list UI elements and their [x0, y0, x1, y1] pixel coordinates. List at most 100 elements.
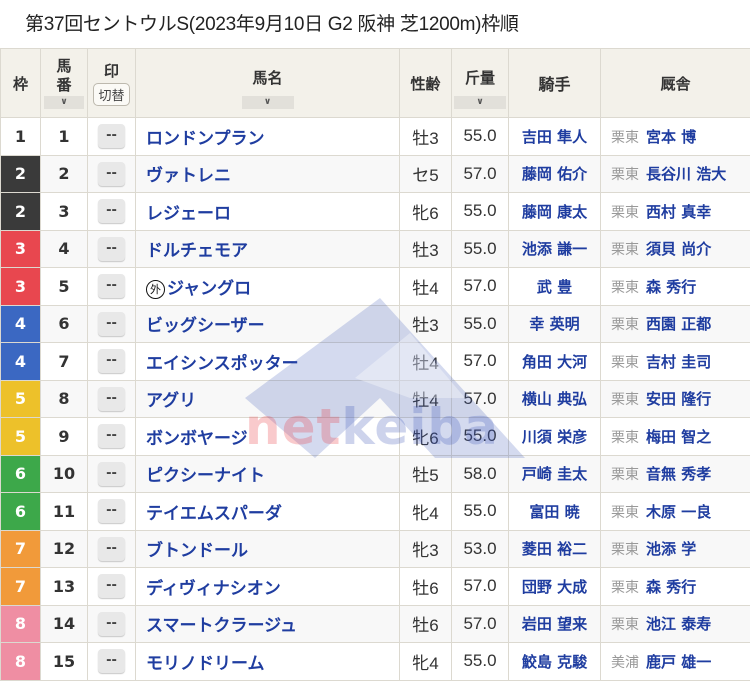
header-weight-label: 斤量 [464, 69, 495, 87]
mark-select-button[interactable]: -- [98, 349, 125, 374]
trainer-cell: 栗東 須貝 尚介 [600, 229, 750, 268]
mark-select-button[interactable]: -- [98, 611, 125, 636]
trainer-link[interactable]: 宮本 博 [646, 128, 696, 146]
umaban-number: 7 [58, 351, 70, 371]
jockey-cell: 横山 典弘 [508, 379, 601, 418]
trainer-link[interactable]: 池江 泰寿 [646, 615, 711, 633]
sex-age: 牡6 [412, 616, 439, 636]
jockey-link[interactable]: 団野 大成 [522, 578, 587, 596]
waku-cell: 5 [0, 379, 41, 418]
trainer-link[interactable]: 木原 一良 [646, 503, 711, 521]
sex-age-cell: 牡3 [399, 117, 452, 156]
trainer-link[interactable]: 鹿戸 雄一 [646, 653, 711, 671]
waku-number: 7 [14, 576, 27, 596]
mark-select-button[interactable]: -- [98, 311, 125, 336]
sort-weight-button[interactable]: ∨ [454, 96, 506, 109]
mark-select-button[interactable]: -- [98, 124, 125, 149]
horse-name-link[interactable]: アグリ [146, 391, 196, 411]
trainer-link[interactable]: 西村 真幸 [646, 203, 711, 221]
jockey-cell: 団野 大成 [508, 567, 601, 606]
sex-age: 牡6 [412, 578, 439, 598]
trainer-link[interactable]: 森 秀行 [646, 578, 696, 596]
trainer-region: 栗東 [611, 579, 639, 596]
mark-select-button[interactable]: -- [98, 386, 125, 411]
table-row: 2 2 -- ヴァトレニ セ5 57.0 藤岡 佑介 栗東 長谷川 浩大 [0, 154, 750, 193]
trainer-link[interactable]: 長谷川 浩大 [646, 165, 726, 183]
jockey-link[interactable]: 吉田 隼人 [522, 128, 587, 146]
horse-name-link[interactable]: スマートクラージュ [146, 616, 297, 636]
jockey-link[interactable]: 武 豊 [537, 278, 572, 296]
waku-number: 8 [14, 614, 27, 634]
horse-name-link[interactable]: ジャングロ [167, 279, 251, 299]
horse-name-link[interactable]: レジェーロ [146, 204, 231, 224]
umaban-cell: 1 [40, 117, 88, 156]
jockey-cell: 藤岡 康太 [508, 192, 601, 231]
horse-name-link[interactable]: ピクシーナイト [146, 466, 265, 486]
waku-number: 4 [14, 314, 27, 334]
trainer-link[interactable]: 西園 正都 [646, 315, 711, 333]
sort-umaban-button[interactable]: ∨ [44, 96, 84, 110]
jockey-link[interactable]: 藤岡 佑介 [522, 165, 587, 183]
horse-name-link[interactable]: ディヴィナシオン [146, 579, 281, 599]
sex-age: 牝6 [412, 428, 439, 448]
mark-select-button[interactable]: -- [98, 461, 125, 486]
trainer-link[interactable]: 須貝 尚介 [646, 240, 711, 258]
trainer-link[interactable]: 池添 学 [646, 540, 696, 558]
jockey-link[interactable]: 川須 栄彦 [522, 428, 587, 446]
carried-weight: 53.0 [463, 538, 497, 558]
trainer-link[interactable]: 音無 秀孝 [646, 465, 711, 483]
sex-age-cell: 牡4 [399, 379, 452, 418]
jockey-link[interactable]: 角田 大河 [522, 353, 587, 371]
umaban-cell: 5 [40, 267, 88, 306]
waku-cell: 7 [0, 567, 41, 606]
horse-name-link[interactable]: ボンボヤージ [146, 429, 248, 449]
jockey-link[interactable]: 鮫島 克駿 [522, 653, 587, 671]
trainer-link[interactable]: 吉村 圭司 [646, 353, 711, 371]
mark-select-button[interactable]: -- [98, 574, 125, 599]
jockey-link[interactable]: 戸崎 圭太 [522, 465, 587, 483]
waku-cell: 2 [0, 192, 41, 231]
waku-number: 6 [14, 464, 27, 484]
jockey-link[interactable]: 横山 典弘 [522, 390, 587, 408]
horse-name-link[interactable]: ブトンドール [146, 541, 248, 561]
mark-select-button[interactable]: -- [98, 161, 125, 186]
waku-cell: 8 [0, 642, 41, 681]
umaban-number: 4 [58, 239, 70, 259]
jockey-link[interactable]: 藤岡 康太 [522, 203, 587, 221]
horse-name-link[interactable]: ビッグシーザー [146, 316, 265, 336]
waku-number: 3 [14, 239, 27, 259]
trainer-link[interactable]: 森 秀行 [646, 278, 696, 296]
trainer-link[interactable]: 安田 隆行 [646, 390, 711, 408]
mark-select-button[interactable]: -- [98, 199, 125, 224]
jockey-link[interactable]: 富田 暁 [529, 503, 579, 521]
jockey-link[interactable]: 岩田 望来 [522, 615, 587, 633]
weight-cell: 57.0 [451, 379, 509, 418]
trainer-region: 栗東 [611, 242, 639, 259]
sort-name-button[interactable]: ∨ [241, 96, 294, 109]
mark-select-button[interactable]: -- [98, 274, 125, 299]
mark-select-button[interactable]: -- [98, 499, 125, 524]
horse-name-link[interactable]: エイシンスポッター [146, 354, 299, 374]
weight-cell: 55.0 [451, 192, 509, 231]
jockey-link[interactable]: 菱田 裕二 [522, 540, 587, 558]
mark-toggle-button[interactable]: 切替 [93, 83, 130, 106]
horse-name-link[interactable]: モリノドリーム [146, 654, 265, 674]
mark-select-button[interactable]: -- [98, 424, 125, 449]
jockey-link[interactable]: 幸 英明 [529, 315, 579, 333]
waku-cell: 2 [0, 154, 41, 193]
sex-age-cell: 牡4 [399, 342, 452, 381]
mark-select-button[interactable]: -- [98, 236, 125, 261]
jockey-cell: 武 豊 [508, 267, 601, 306]
trainer-link[interactable]: 梅田 智之 [646, 428, 711, 446]
mark-select-button[interactable]: -- [98, 536, 125, 561]
horse-name-link[interactable]: ロンドンプラン [146, 129, 265, 149]
mark-select-button[interactable]: -- [98, 649, 125, 674]
header-umaban-label: 馬番 [56, 56, 72, 94]
jockey-link[interactable]: 池添 謙一 [522, 240, 587, 258]
horse-name-link[interactable]: ドルチェモア [146, 241, 248, 261]
waku-cell: 6 [0, 492, 41, 531]
mark-cell: -- [87, 492, 136, 531]
horse-name-link[interactable]: テイエムスパーダ [146, 504, 282, 524]
horse-name-link[interactable]: ヴァトレニ [146, 166, 231, 186]
sex-age-cell: 牡6 [399, 604, 452, 643]
